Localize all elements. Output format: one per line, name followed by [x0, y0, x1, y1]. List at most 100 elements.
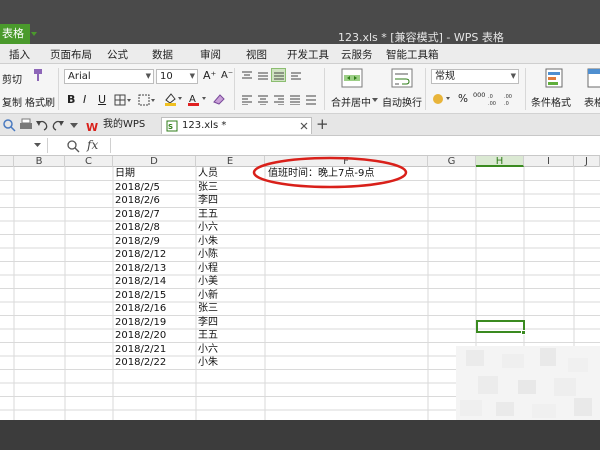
increase-decimal-icon[interactable]: .0.00 — [488, 92, 502, 106]
merge-center-button[interactable]: 合并居中 — [331, 94, 371, 109]
merge-cells-small-icon[interactable] — [137, 93, 157, 106]
align-left-icon[interactable] — [240, 93, 254, 106]
distribute-icon[interactable] — [304, 93, 318, 106]
cell-date[interactable]: 2018/2/6 — [115, 194, 160, 207]
cell-person[interactable]: 小程 — [198, 262, 218, 275]
cell-person[interactable]: 小六 — [198, 343, 218, 356]
column-header-b[interactable]: B — [14, 156, 65, 167]
menu-review[interactable]: 审阅 — [200, 47, 221, 62]
cell-date[interactable]: 2018/2/12 — [115, 248, 166, 261]
cell-person[interactable]: 小朱 — [198, 235, 218, 248]
column-header-i[interactable]: I — [524, 156, 574, 167]
column-header-g[interactable]: G — [428, 156, 476, 167]
align-middle-icon[interactable] — [256, 69, 270, 82]
copy-button[interactable]: 复制 — [2, 94, 22, 109]
fill-color-icon[interactable] — [162, 92, 184, 106]
cell-date[interactable]: 2018/2/5 — [115, 181, 160, 194]
name-box[interactable] — [0, 138, 48, 153]
cell-person[interactable]: 张三 — [198, 302, 218, 315]
cell-person[interactable]: 李四 — [198, 194, 218, 207]
menu-page-layout[interactable]: 页面布局 — [50, 47, 92, 62]
format-painter-icon[interactable] — [30, 67, 46, 83]
menu-formulas[interactable]: 公式 — [107, 47, 128, 62]
justify-icon[interactable] — [288, 93, 302, 106]
menu-view[interactable]: 视图 — [246, 47, 267, 62]
cell-person[interactable]: 小新 — [198, 289, 218, 302]
print-preview-icon[interactable] — [2, 118, 16, 132]
cell-person[interactable]: 小朱 — [198, 356, 218, 369]
menu-insert[interactable]: 插入 — [9, 47, 30, 62]
undo-icon[interactable] — [35, 118, 49, 132]
column-header-c[interactable]: C — [65, 156, 113, 167]
cell-person[interactable]: 王五 — [198, 329, 218, 342]
cell-date[interactable]: 2018/2/21 — [115, 343, 166, 356]
cell-date[interactable]: 2018/2/20 — [115, 329, 166, 342]
cut-button[interactable]: 剪切 — [2, 71, 22, 86]
insert-function-button[interactable]: fx — [87, 138, 98, 152]
cell-date[interactable]: 2018/2/8 — [115, 221, 160, 234]
align-right-icon[interactable] — [272, 93, 286, 106]
underline-button[interactable]: U — [98, 93, 106, 106]
align-top-icon[interactable] — [240, 69, 254, 82]
close-tab-icon[interactable] — [298, 120, 310, 132]
cell-date[interactable]: 2018/2/15 — [115, 289, 166, 302]
grow-font-button[interactable]: A⁺ — [203, 69, 216, 82]
redo-icon[interactable] — [51, 118, 65, 132]
cell-header-person[interactable]: 人员 — [198, 167, 218, 180]
font-size-select[interactable]: 10 ▼ — [156, 69, 198, 84]
shrink-font-button[interactable]: A⁻ — [221, 70, 233, 81]
wrap-text-button[interactable]: 自动换行 — [382, 94, 422, 109]
italic-button[interactable]: I — [83, 93, 86, 106]
cell-person[interactable]: 王五 — [198, 208, 218, 221]
cell-person[interactable]: 小美 — [198, 275, 218, 288]
conditional-format-icon[interactable] — [543, 67, 565, 89]
decrease-decimal-icon[interactable]: .00.0 — [504, 92, 518, 106]
cell-person[interactable]: 小六 — [198, 221, 218, 234]
font-color-icon[interactable]: A — [186, 92, 208, 106]
cell-person[interactable]: 小陈 — [198, 248, 218, 261]
new-tab-button[interactable]: + — [316, 115, 329, 133]
cell-date[interactable]: 2018/2/13 — [115, 262, 166, 275]
app-menu-arrow-icon[interactable] — [30, 30, 38, 38]
menu-data[interactable]: 数据 — [152, 47, 173, 62]
chevron-down-icon[interactable] — [34, 142, 42, 148]
percent-button[interactable]: % — [458, 93, 468, 105]
font-name-select[interactable]: Arial ▼ — [64, 69, 154, 84]
cell-person[interactable]: 李四 — [198, 316, 218, 329]
currency-icon[interactable] — [432, 92, 452, 106]
column-header-d[interactable]: D — [113, 156, 196, 167]
text-orientation-icon[interactable] — [289, 69, 303, 82]
active-cell-selection[interactable] — [476, 320, 525, 333]
cell-date[interactable]: 2018/2/19 — [115, 316, 166, 329]
cell-date[interactable]: 2018/2/9 — [115, 235, 160, 248]
cell-person[interactable]: 张三 — [198, 181, 218, 194]
table-style-button[interactable]: 表格 — [584, 94, 600, 109]
align-center-icon[interactable] — [256, 93, 270, 106]
menu-smart-toolbox[interactable]: 智能工具箱 — [386, 47, 439, 62]
print-icon[interactable] — [19, 118, 33, 132]
borders-icon[interactable] — [113, 93, 133, 106]
column-header-h[interactable]: H — [476, 156, 524, 167]
bold-button[interactable]: B — [67, 93, 75, 106]
menu-developer[interactable]: 开发工具 — [287, 47, 329, 62]
table-style-icon[interactable] — [586, 67, 600, 89]
cell-date[interactable]: 2018/2/16 — [115, 302, 166, 315]
chevron-down-icon[interactable] — [372, 97, 379, 103]
tab-file[interactable]: S 123.xls * — [161, 117, 312, 134]
cell-header-date[interactable]: 日期 — [115, 167, 135, 180]
zoom-formula-icon[interactable] — [66, 139, 80, 153]
column-header-a-partial[interactable] — [0, 156, 14, 167]
format-painter-button[interactable]: 格式刷 — [25, 94, 55, 109]
fill-handle[interactable] — [521, 330, 526, 335]
align-bottom-icon[interactable] — [271, 68, 286, 82]
menu-cloud[interactable]: 云服务 — [341, 47, 373, 62]
column-header-j[interactable]: J — [574, 156, 600, 167]
app-menu-button[interactable]: 表格 — [0, 24, 30, 44]
clear-format-icon[interactable] — [210, 92, 228, 106]
tab-my-wps[interactable]: W 我的WPS — [86, 117, 162, 134]
formula-input[interactable] — [110, 138, 600, 153]
spreadsheet-grid[interactable]: B C D E F G H I J 日期 人员 值班时间：晚上7点-9点 201… — [0, 156, 600, 420]
wrap-text-icon[interactable] — [390, 67, 414, 89]
thousands-separator-button[interactable]: 000 — [473, 91, 485, 99]
cell-date[interactable]: 2018/2/7 — [115, 208, 160, 221]
